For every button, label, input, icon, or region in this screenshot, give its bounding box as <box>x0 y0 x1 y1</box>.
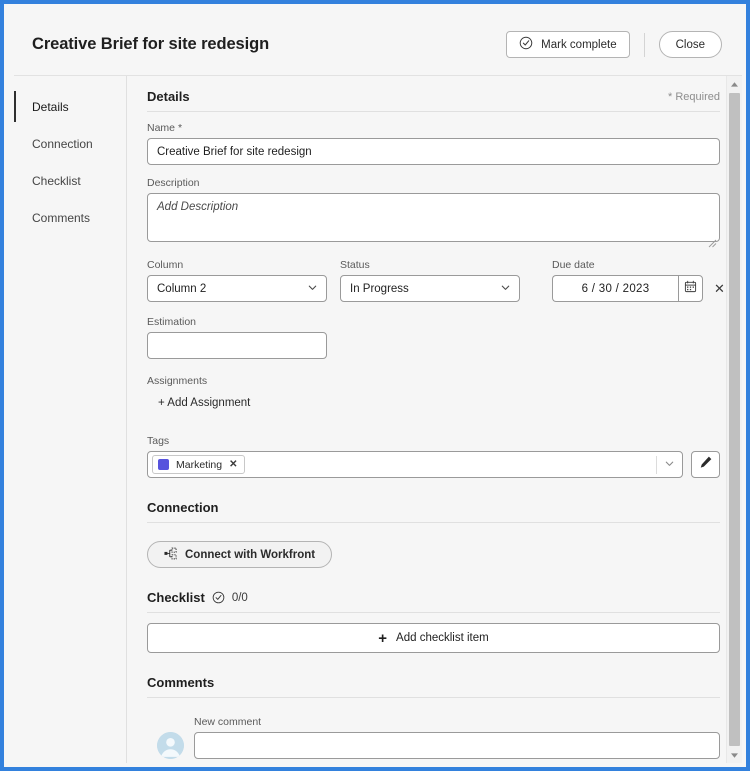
mark-complete-label: Mark complete <box>541 38 617 51</box>
sidebar-nav: Details Connection Checklist Comments <box>14 76 127 763</box>
column-select-value: Column 2 <box>157 282 207 295</box>
connection-section-header: Connection <box>147 478 720 522</box>
estimation-label: Estimation <box>147 316 197 328</box>
connection-nodes-icon <box>164 547 177 563</box>
due-date-row: 6 / 30 / 2023 ✕ <box>552 275 732 302</box>
details-content-panel: Details * Required Name * Description <box>127 76 742 763</box>
due-date-field-block: Due date 6 / 30 / 2023 ✕ <box>552 259 732 302</box>
description-wrapper <box>147 193 720 248</box>
user-avatar-icon <box>157 732 184 759</box>
add-checklist-item-label: Add checklist item <box>396 632 489 644</box>
comments-section-header: Comments <box>147 653 720 697</box>
tags-label: Tags <box>147 435 170 447</box>
new-comment-input[interactable] <box>194 732 720 759</box>
connection-section-title: Connection <box>147 500 219 515</box>
pencil-icon <box>699 455 713 474</box>
checklist-section-rule <box>147 612 720 613</box>
checklist-section-title: Checklist <box>147 590 205 605</box>
sidebar-item-checklist[interactable]: Checklist <box>14 162 126 199</box>
status-label: Status <box>340 259 370 271</box>
due-date-input[interactable]: 6 / 30 / 2023 <box>552 275 678 302</box>
check-circle-icon <box>519 36 533 53</box>
column-select[interactable]: Column 2 <box>147 275 327 302</box>
name-input[interactable] <box>147 138 720 165</box>
connect-with-workfront-button[interactable]: Connect with Workfront <box>147 541 333 568</box>
browser-window-frame: Creative Brief for site redesign Mark co… <box>0 0 750 771</box>
assignments-block: Assignments + Add Assignment <box>147 375 720 411</box>
tags-row: Marketing ✕ <box>147 451 720 478</box>
column-field-block: Column Column 2 <box>147 259 327 302</box>
details-section-title: Details <box>147 89 190 104</box>
status-select-value: In Progress <box>350 282 409 295</box>
modal-header: Creative Brief for site redesign Mark co… <box>14 14 742 76</box>
tag-label: Marketing <box>176 458 223 471</box>
new-comment-label: New comment <box>194 716 262 728</box>
edit-tags-button[interactable] <box>691 451 720 478</box>
description-label: Description <box>147 177 200 189</box>
chevron-down-icon <box>500 282 511 296</box>
column-label: Column <box>147 259 184 271</box>
scroll-down-button[interactable] <box>727 747 743 763</box>
status-select[interactable]: In Progress <box>340 275 520 302</box>
page-title: Creative Brief for site redesign <box>32 35 270 53</box>
mark-complete-button[interactable]: Mark complete <box>506 31 630 58</box>
tags-input-field[interactable]: Marketing ✕ <box>147 451 683 478</box>
add-checklist-item-button[interactable]: + Add checklist item <box>147 623 720 653</box>
name-field-block: Name * <box>147 122 720 165</box>
details-section-header: Details * Required <box>147 76 720 111</box>
new-comment-row: New comment <box>147 716 720 759</box>
column-status-due-row: Column Column 2 Status In Progress Due d… <box>147 259 732 302</box>
calendar-picker-button[interactable] <box>678 275 703 302</box>
remove-tag-icon[interactable]: ✕ <box>229 459 237 470</box>
estimation-input[interactable] <box>147 332 327 359</box>
checklist-count: 0/0 <box>231 591 248 604</box>
sidebar-item-comments[interactable]: Comments <box>14 199 126 236</box>
due-date-label: Due date <box>552 259 595 271</box>
description-field-block: Description <box>147 177 720 248</box>
assignments-label: Assignments <box>147 375 208 387</box>
plus-icon: + <box>378 629 388 647</box>
scroll-up-button[interactable] <box>727 76 743 92</box>
new-comment-field-wrapper: New comment <box>194 716 720 759</box>
chevron-down-icon[interactable] <box>656 455 675 474</box>
name-label: Name * <box>147 122 720 134</box>
tag-chip-marketing[interactable]: Marketing ✕ <box>152 455 245 474</box>
connection-section-rule <box>147 522 720 523</box>
bottom-spacer <box>147 759 720 763</box>
task-detail-modal: Creative Brief for site redesign Mark co… <box>14 14 742 763</box>
sidebar-item-details[interactable]: Details <box>14 88 126 125</box>
name-required-asterisk: * <box>177 122 183 134</box>
description-textarea[interactable] <box>147 193 720 242</box>
scrollbar-thumb[interactable] <box>729 93 740 746</box>
comments-section-title: Comments <box>147 675 215 690</box>
tags-block: Tags Marketing ✕ <box>147 435 720 478</box>
name-label-text: Name <box>147 122 176 134</box>
connect-button-label: Connect with Workfront <box>185 548 316 561</box>
comments-section-rule <box>147 697 720 698</box>
add-assignment-link[interactable]: + Add Assignment <box>158 397 250 409</box>
calendar-icon <box>684 280 697 298</box>
tag-color-swatch <box>158 459 169 470</box>
content-scrollbar[interactable] <box>726 76 742 763</box>
checklist-section-header: Checklist 0/0 <box>147 568 720 612</box>
details-section-rule <box>147 111 720 112</box>
modal-body: Details Connection Checklist Comments De… <box>14 76 742 763</box>
estimation-field-block: Estimation <box>147 316 327 359</box>
sidebar-item-connection[interactable]: Connection <box>14 125 126 162</box>
required-note: * Required <box>668 90 720 103</box>
status-field-block: Status In Progress <box>340 259 520 302</box>
header-actions: Mark complete Close <box>506 31 722 58</box>
close-button[interactable]: Close <box>658 31 722 58</box>
header-divider <box>643 32 645 57</box>
checklist-progress-icon <box>212 591 225 604</box>
chevron-down-icon <box>307 282 318 296</box>
